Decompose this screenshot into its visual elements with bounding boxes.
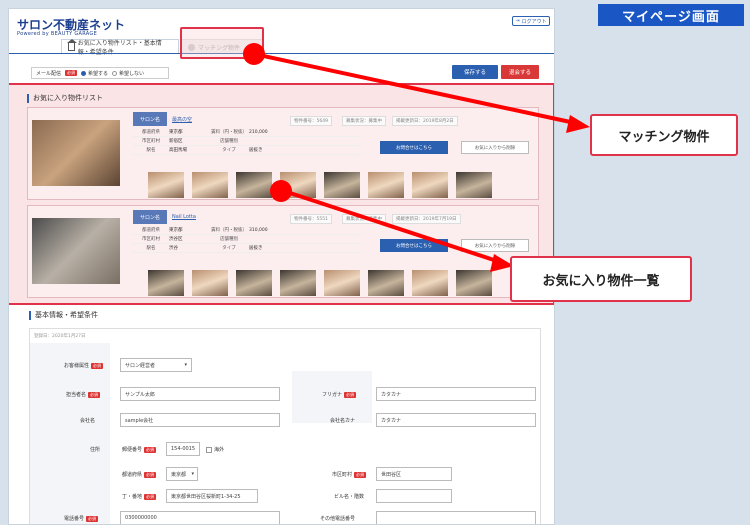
callout-matching: マッチング物件 <box>590 114 738 156</box>
callout-favorites: お気に入り物件一覧 <box>510 256 692 302</box>
marker-dot <box>243 43 265 65</box>
arrowhead-icon <box>566 115 590 133</box>
marker-dot <box>270 180 292 202</box>
arrow-line-favorites <box>280 188 501 264</box>
arrow-line-matching <box>253 52 576 125</box>
